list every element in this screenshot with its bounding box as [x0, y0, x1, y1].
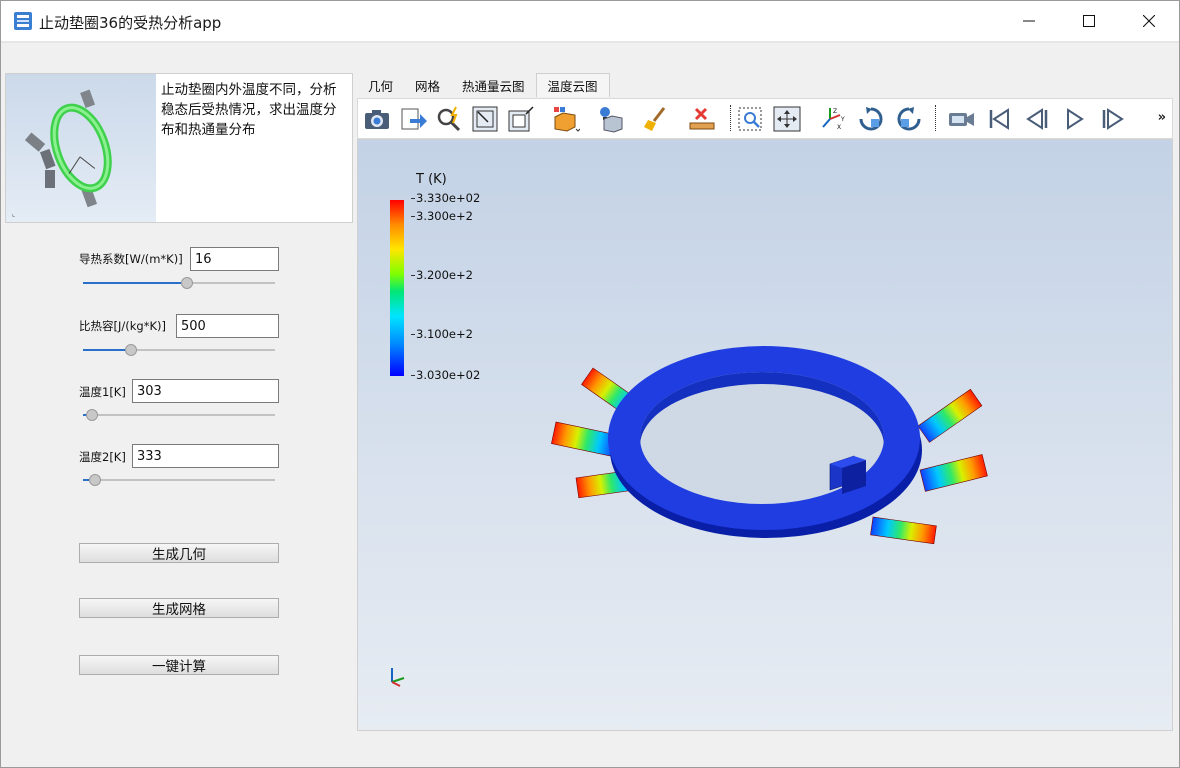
washer-tab	[551, 421, 618, 457]
first-frame-icon[interactable]	[984, 105, 1014, 133]
light-icon[interactable]	[596, 105, 626, 133]
close-icon	[1143, 15, 1155, 27]
camera-icon[interactable]	[362, 105, 392, 133]
thermal-conductivity-input[interactable]	[190, 247, 279, 271]
play-icon[interactable]	[1060, 105, 1090, 133]
washer-tab	[917, 388, 983, 443]
thermal-conductivity-slider[interactable]	[83, 277, 275, 289]
washer-tab	[919, 454, 988, 492]
svg-text:X: X	[837, 124, 841, 131]
zoom-select-icon[interactable]	[434, 105, 464, 133]
prev-frame-icon[interactable]	[1022, 105, 1052, 133]
preview-panel: ⌞ 止动垫圈内外温度不同，分析稳态后受热情况，求出温度分布和热通量分布	[5, 73, 353, 223]
param-label-temperature-2: 温度2[K]	[79, 450, 126, 464]
clear-icon[interactable]	[642, 105, 672, 133]
window-title: 止动垫圈36的受热分析app	[39, 14, 222, 32]
app-window: 止动垫圈36的受热分析app ⌞ 止动垫圈内外温度不同，分析稳态后受热情况，求出…	[0, 0, 1180, 768]
maximize-button[interactable]	[1059, 1, 1119, 41]
temperature-2-slider[interactable]	[83, 474, 275, 486]
param-label-thermal-conductivity: 导热系数[W/(m*K)]	[79, 252, 183, 266]
slider-fill	[83, 282, 181, 284]
maximize-icon	[1083, 15, 1095, 27]
axes-icon[interactable]: ZYX	[818, 105, 848, 133]
specific-heat-input[interactable]	[176, 314, 279, 338]
zoom-window-icon[interactable]	[506, 105, 536, 133]
slider-track	[83, 479, 275, 481]
toolbar-separator	[935, 105, 937, 131]
slider-thumb[interactable]	[181, 277, 193, 289]
svg-text:Z: Z	[833, 108, 837, 115]
zoom-extents-icon[interactable]	[470, 105, 500, 133]
tab-geometry[interactable]: 几何	[357, 73, 404, 97]
tab-mesh[interactable]: 网格	[404, 73, 451, 97]
record-icon[interactable]	[946, 105, 976, 133]
temperature-1-slider[interactable]	[83, 409, 275, 421]
close-button[interactable]	[1119, 1, 1179, 41]
export-icon[interactable]	[398, 105, 428, 133]
minimize-icon	[1023, 20, 1035, 22]
app-icon	[13, 11, 33, 31]
slider-thumb[interactable]	[86, 409, 98, 421]
compute-button[interactable]: 一键计算	[79, 655, 279, 675]
axis-triad-icon	[391, 668, 405, 687]
specific-heat-slider[interactable]	[83, 344, 275, 356]
washer-tab	[870, 516, 937, 545]
slider-track	[83, 414, 275, 416]
washer-model	[551, 346, 988, 545]
pan-icon[interactable]	[772, 105, 802, 133]
temperature-2-input[interactable]	[132, 444, 279, 468]
generate-geometry-button[interactable]: 生成几何	[79, 543, 279, 563]
slider-thumb[interactable]	[89, 474, 101, 486]
title-divider	[1, 41, 1179, 43]
tab-heat-flux[interactable]: 热通量云图	[451, 73, 536, 97]
svg-text:Y: Y	[840, 116, 845, 123]
preview-description: 止动垫圈内外温度不同，分析稳态后受热情况，求出温度分布和热通量分布	[161, 82, 337, 138]
viewer-toolbar: ZYX »	[357, 98, 1173, 139]
temperature-1-input[interactable]	[132, 379, 279, 403]
rotate-ccw-icon[interactable]	[894, 105, 924, 133]
minimize-button[interactable]	[999, 1, 1059, 41]
slider-fill	[83, 349, 125, 351]
rotate-cw-icon[interactable]	[856, 105, 886, 133]
viewport-3d[interactable]: T (K) 3.330e+02 3.300e+2 3.200e+2 3.100e…	[357, 139, 1173, 731]
title-bar[interactable]: 止动垫圈36的受热分析app	[1, 1, 1179, 41]
svg-text:⌞: ⌞	[12, 210, 15, 218]
toolbar-overflow-button[interactable]: »	[1158, 110, 1166, 125]
slider-thumb[interactable]	[125, 344, 137, 356]
view-tabs: 几何 网格 热通量云图 温度云图	[357, 73, 610, 97]
param-label-specific-heat: 比热容[J/(kg*K)]	[79, 319, 166, 333]
param-label-temperature-1: 温度1[K]	[79, 385, 126, 399]
tab-temperature[interactable]: 温度云图	[535, 73, 610, 97]
preview-image: ⌞	[6, 74, 156, 222]
view-style-icon[interactable]	[550, 105, 580, 133]
next-frame-icon[interactable]	[1098, 105, 1128, 133]
measure-icon[interactable]	[688, 105, 718, 133]
toolbar-separator	[730, 105, 732, 131]
generate-mesh-button[interactable]: 生成网格	[79, 598, 279, 618]
zoom-box-icon[interactable]	[736, 105, 766, 133]
